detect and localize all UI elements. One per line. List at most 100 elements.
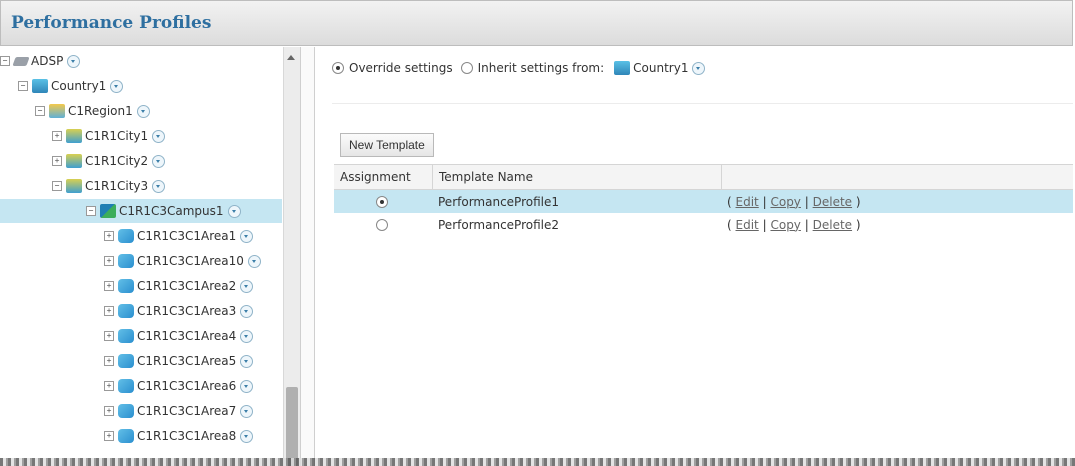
tree-node-area1[interactable]: + C1R1C3C1Area1 xyxy=(104,224,254,248)
chevron-down-icon[interactable] xyxy=(152,179,166,193)
paren-close: ) xyxy=(855,194,861,209)
area-icon xyxy=(118,254,134,268)
template-name-cell: PerformanceProfile2 xyxy=(438,217,559,232)
override-settings-radio[interactable] xyxy=(332,62,344,74)
column-header-assignment[interactable]: Assignment xyxy=(334,165,432,189)
column-header-template-name[interactable]: Template Name xyxy=(432,165,721,189)
chevron-down-icon[interactable] xyxy=(240,354,254,368)
expand-icon[interactable]: + xyxy=(52,131,62,141)
inherit-source-dropdown-icon[interactable] xyxy=(692,61,706,75)
tree-node-label: C1R1C3C1Area5 xyxy=(137,354,237,368)
copy-link[interactable]: Copy xyxy=(770,195,800,209)
chevron-down-icon[interactable] xyxy=(240,229,254,243)
assignment-radio[interactable] xyxy=(376,195,388,208)
edit-link[interactable]: Edit xyxy=(736,195,759,209)
tree-scrollbar[interactable] xyxy=(283,47,300,466)
tree-node-adsp[interactable]: − ADSP xyxy=(0,49,81,73)
assignment-radio[interactable] xyxy=(376,218,388,231)
expand-icon[interactable]: + xyxy=(104,431,114,441)
country-icon xyxy=(614,61,631,75)
table-header: Assignment Template Name xyxy=(334,164,1073,190)
scroll-up-icon[interactable] xyxy=(287,55,295,60)
expand-icon[interactable]: + xyxy=(104,256,114,266)
tree-node-label: C1R1City2 xyxy=(85,154,149,168)
chevron-down-icon[interactable] xyxy=(240,279,254,293)
tree-node-c1r1city2[interactable]: + C1R1City2 xyxy=(52,149,166,173)
delete-link[interactable]: Delete xyxy=(813,195,852,209)
collapse-icon[interactable]: − xyxy=(35,106,45,116)
tree-node-label: C1R1C3C1Area3 xyxy=(137,304,237,318)
table-row[interactable]: PerformanceProfile2 ( Edit | Copy | Dele… xyxy=(334,213,1073,236)
tree-node-label: ADSP xyxy=(31,54,64,68)
tree-node-label: C1R1C3Campus1 xyxy=(119,204,224,218)
collapse-icon[interactable]: − xyxy=(18,81,28,91)
expand-icon[interactable]: + xyxy=(104,306,114,316)
expand-icon[interactable]: + xyxy=(104,356,114,366)
chevron-down-icon[interactable] xyxy=(240,329,254,343)
chevron-down-icon[interactable] xyxy=(247,254,261,268)
template-name-cell: PerformanceProfile1 xyxy=(438,194,559,209)
chevron-down-icon[interactable] xyxy=(240,379,254,393)
copy-link[interactable]: Copy xyxy=(770,218,800,232)
chevron-down-icon[interactable] xyxy=(67,54,81,68)
chevron-down-icon[interactable] xyxy=(240,429,254,443)
chevron-down-icon[interactable] xyxy=(136,104,150,118)
action-separator: | xyxy=(804,217,809,232)
tree-node-c1region1[interactable]: − C1Region1 xyxy=(35,99,150,123)
expand-icon[interactable]: + xyxy=(104,331,114,341)
tree-node-label: C1R1C3C1Area4 xyxy=(137,329,237,343)
tree-node-label: C1R1C3C1Area7 xyxy=(137,404,237,418)
chevron-down-icon[interactable] xyxy=(240,404,254,418)
expand-icon[interactable]: + xyxy=(104,281,114,291)
tree-node-label: C1Region1 xyxy=(68,104,133,118)
tree-node-c1r1city1[interactable]: + C1R1City1 xyxy=(52,124,166,148)
assignment-cell xyxy=(334,190,432,213)
collapse-icon[interactable]: − xyxy=(0,56,10,66)
area-icon xyxy=(118,304,134,318)
delete-link[interactable]: Delete xyxy=(813,218,852,232)
expand-icon[interactable]: + xyxy=(104,381,114,391)
area-icon xyxy=(118,329,134,343)
pane-splitter[interactable] xyxy=(300,47,315,466)
collapse-icon[interactable]: − xyxy=(52,181,62,191)
region-icon xyxy=(49,104,65,118)
expand-icon[interactable]: + xyxy=(104,406,114,416)
tree-node-c1r1city3[interactable]: − C1R1City3 xyxy=(52,174,166,198)
assignment-cell xyxy=(334,213,432,236)
tree-node-area10[interactable]: + C1R1C3C1Area10 xyxy=(104,249,261,273)
chevron-down-icon[interactable] xyxy=(152,154,166,168)
tree-node-area3[interactable]: + C1R1C3C1Area3 xyxy=(104,299,254,323)
override-settings-label[interactable]: Override settings xyxy=(349,61,453,75)
edit-link[interactable]: Edit xyxy=(736,218,759,232)
tree-node-c1r1c3campus1[interactable]: − C1R1C3Campus1 xyxy=(0,199,282,223)
chevron-down-icon[interactable] xyxy=(240,304,254,318)
chevron-down-icon[interactable] xyxy=(152,129,166,143)
tree-node-country1[interactable]: − Country1 xyxy=(18,74,124,98)
collapse-icon[interactable]: − xyxy=(86,206,96,216)
chevron-down-icon[interactable] xyxy=(110,79,124,93)
area-icon xyxy=(118,229,134,243)
tree-node-area5[interactable]: + C1R1C3C1Area5 xyxy=(104,349,254,373)
site-tree: − ADSP − Country1 − C1Region1 + C1R1City… xyxy=(0,47,282,466)
inherit-settings-radio[interactable] xyxy=(460,62,473,74)
actions-cell: ( Edit | Copy | Delete ) xyxy=(721,190,1073,213)
tree-node-area6[interactable]: + C1R1C3C1Area6 xyxy=(104,374,254,398)
new-template-button[interactable]: New Template xyxy=(340,133,434,157)
chevron-down-icon[interactable] xyxy=(227,204,241,218)
tree-node-area4[interactable]: + C1R1C3C1Area4 xyxy=(104,324,254,348)
inherit-settings-label[interactable]: Inherit settings from: xyxy=(478,61,605,75)
table-row[interactable]: PerformanceProfile1 ( Edit | Copy | Dele… xyxy=(334,190,1073,213)
tree-node-area7[interactable]: + C1R1C3C1Area7 xyxy=(104,399,254,423)
area-icon xyxy=(118,354,134,368)
tree-node-label: C1R1C3C1Area1 xyxy=(137,229,237,243)
expand-icon[interactable]: + xyxy=(104,231,114,241)
inheritance-options: Override settings Inherit settings from:… xyxy=(332,61,706,75)
city-icon xyxy=(66,154,82,168)
inherit-source-value: Country1 xyxy=(633,61,689,75)
expand-icon[interactable]: + xyxy=(52,156,62,166)
tree-node-label: C1R1City3 xyxy=(85,179,149,193)
tree-node-area2[interactable]: + C1R1C3C1Area2 xyxy=(104,274,254,298)
templates-table: Assignment Template Name PerformanceProf… xyxy=(334,164,1073,236)
scrollbar-thumb[interactable] xyxy=(286,387,298,466)
tree-node-area8[interactable]: + C1R1C3C1Area8 xyxy=(104,424,254,448)
